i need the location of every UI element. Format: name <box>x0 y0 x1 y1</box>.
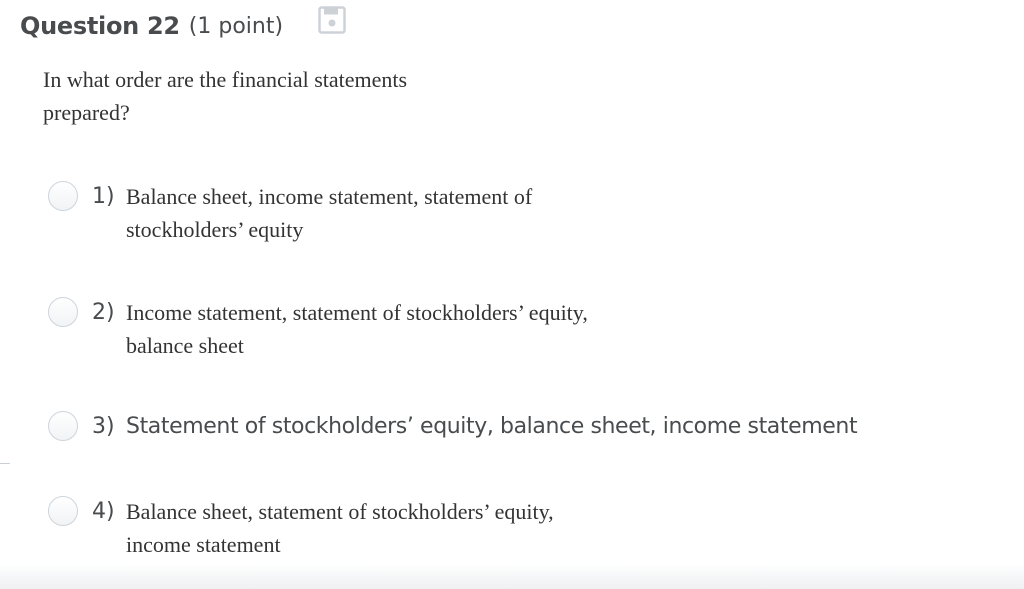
answer-option-1[interactable]: 1) Balance sheet, income statement, stat… <box>48 180 606 246</box>
option-number: 3) <box>92 414 115 439</box>
question-header: Question 22 (1 point) <box>20 8 283 44</box>
option-number: 2) <box>92 300 115 325</box>
answer-option-3[interactable]: 3) Statement of stockholders’ equity, ba… <box>48 410 858 443</box>
answer-option-2[interactable]: 2) Income statement, statement of stockh… <box>48 296 596 362</box>
save-button[interactable] <box>318 6 346 34</box>
question-text: In what order are the financial statemen… <box>43 67 408 125</box>
bottom-shadow <box>0 563 1024 589</box>
radio-button-4[interactable] <box>48 496 78 526</box>
option-text: Balance sheet, income statement, stateme… <box>126 184 533 242</box>
option-number: 4) <box>92 499 115 524</box>
radio-button-3[interactable] <box>48 411 78 441</box>
radio-button-2[interactable] <box>48 297 78 327</box>
divider-tick <box>0 463 10 464</box>
question-points: (1 point) <box>188 13 284 39</box>
option-text: Income statement, statement of stockhold… <box>126 300 588 358</box>
floppy-disk-icon <box>318 6 346 34</box>
option-text: Statement of stockholders’ equity, balan… <box>126 414 858 439</box>
answer-option-4[interactable]: 4) Balance sheet, statement of stockhold… <box>48 495 566 561</box>
option-number: 1) <box>92 184 115 209</box>
option-text: Balance sheet, statement of stockholders… <box>126 499 554 557</box>
radio-button-1[interactable] <box>48 181 78 211</box>
question-title: Question 22 <box>20 12 180 40</box>
